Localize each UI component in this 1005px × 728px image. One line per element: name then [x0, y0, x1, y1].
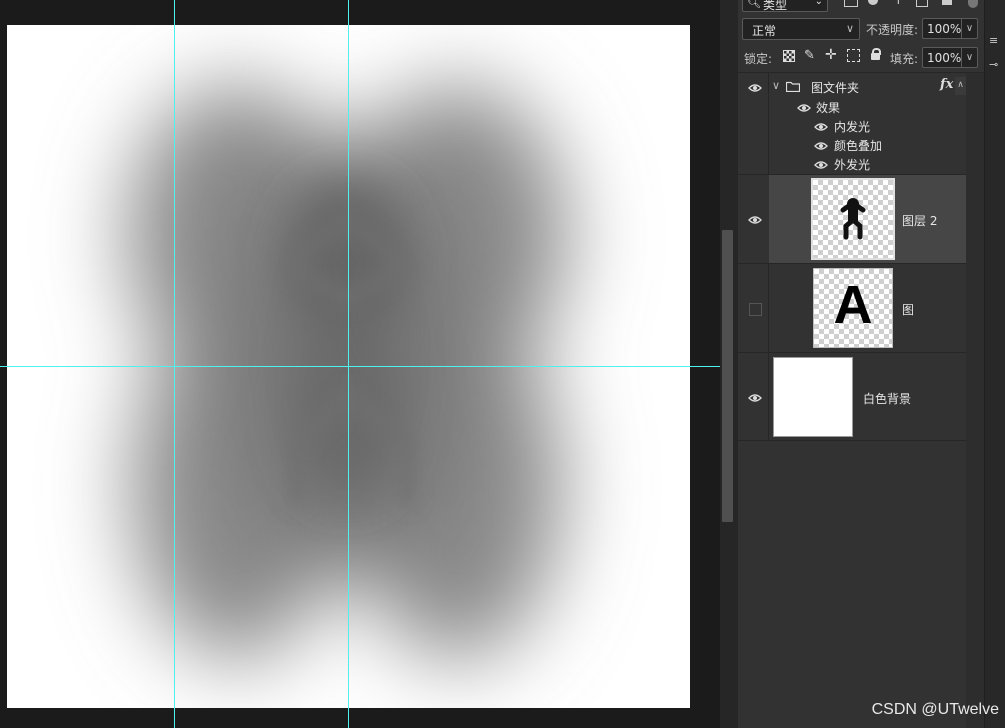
lock-all-icon-shackle — [872, 48, 881, 55]
blend-mode-select[interactable]: 正常 ∨ — [742, 18, 860, 40]
lock-transparent-pixels-icon[interactable] — [783, 50, 795, 62]
guide-horizontal[interactable] — [0, 366, 720, 367]
right-tool-strip: ≡ ⊸ — [984, 0, 1005, 728]
eye-icon[interactable] — [748, 393, 762, 403]
lock-label: 锁定: — [744, 52, 773, 66]
layer-name[interactable]: 图层 2 — [902, 212, 937, 229]
filter-toggle[interactable] — [968, 0, 978, 8]
lock-position-icon[interactable]: ✛ — [825, 47, 837, 63]
layer-row-group[interactable]: ∨ 图文件夹 fx ∧ 效果 内发光 颜色叠加 外发光 — [738, 73, 966, 175]
folder-icon — [786, 81, 800, 92]
filter-shape-icon[interactable] — [916, 0, 928, 7]
layer-name[interactable]: 图 — [902, 301, 914, 318]
visibility-column-divider — [768, 264, 769, 353]
fill-value: 100% — [927, 51, 962, 65]
opacity-value: 100% — [927, 22, 962, 36]
sliders-icon[interactable]: ⊸ — [989, 58, 998, 71]
canvas-area[interactable] — [0, 0, 720, 728]
filter-smart-object-icon[interactable] — [942, 0, 952, 5]
guide-vertical-2[interactable] — [348, 0, 349, 728]
layer-name[interactable]: 白色背景 — [863, 390, 911, 407]
filter-type-label: 类型 — [763, 0, 788, 12]
effects-label[interactable]: 效果 — [816, 99, 840, 116]
effect-color-overlay[interactable]: 颜色叠加 — [834, 137, 882, 154]
filter-type-icon[interactable]: T — [895, 0, 902, 7]
layer-thumbnail[interactable]: A — [813, 268, 893, 348]
eye-icon[interactable] — [814, 122, 828, 132]
layer-row-layer2[interactable]: 图层 2 — [738, 175, 966, 264]
opacity-field[interactable]: 100% ∨ — [922, 18, 978, 39]
layer-row-a[interactable]: A 图 — [738, 264, 966, 353]
figure-thumbnail-icon — [840, 198, 866, 240]
guide-vertical-1[interactable] — [174, 0, 175, 728]
fill-label: 填充: — [890, 52, 919, 66]
layer-filter-select[interactable]: 🔍︎ 类型 ⌄ — [742, 0, 828, 12]
chevron-down-icon: ⌄ — [814, 0, 823, 7]
letter-a-thumbnail: A — [833, 275, 873, 335]
lock-image-pixels-icon[interactable]: ✎ — [804, 48, 815, 63]
layer-thumbnail[interactable] — [811, 178, 895, 260]
search-icon: 🔍︎ — [747, 0, 761, 9]
filter-pixel-icon[interactable] — [844, 0, 858, 7]
layers-scrollbar[interactable] — [966, 73, 984, 728]
chevron-down-icon[interactable]: ∨ — [772, 79, 780, 92]
effect-inner-glow[interactable]: 内发光 — [834, 118, 870, 135]
blend-mode-value: 正常 — [752, 24, 777, 38]
eye-icon[interactable] — [748, 215, 762, 225]
visibility-column-divider — [768, 73, 769, 175]
eye-icon[interactable] — [814, 160, 828, 170]
visibility-column-divider — [768, 353, 769, 441]
layer-name[interactable]: 图文件夹 — [811, 79, 859, 96]
opacity-dropdown-icon[interactable]: ∨ — [961, 19, 977, 38]
lock-artboard-icon[interactable] — [847, 49, 860, 62]
fill-dropdown-icon[interactable]: ∨ — [961, 48, 977, 67]
layer-row-background[interactable]: 白色背景 — [738, 353, 966, 441]
adjustments-icon[interactable]: ≡ — [989, 34, 998, 47]
fill-field[interactable]: 100% ∨ — [922, 47, 978, 68]
filter-adjustment-icon[interactable] — [868, 0, 878, 5]
eye-icon[interactable] — [748, 83, 762, 93]
opacity-label: 不透明度: — [866, 23, 919, 37]
fx-icon[interactable]: fx — [940, 77, 953, 92]
eye-icon[interactable] — [814, 141, 828, 151]
visibility-toggle-off[interactable] — [749, 303, 762, 316]
chevron-down-icon: ∨ — [845, 22, 854, 35]
eye-icon[interactable] — [797, 103, 811, 113]
watermark-text: CSDN @UTwelve — [871, 701, 999, 718]
effect-outer-glow[interactable]: 外发光 — [834, 156, 870, 173]
collapse-effects-icon[interactable]: ∧ — [955, 77, 966, 95]
layers-panel: 🔍︎ 类型 ⌄ T 正常 ∨ 不透明度: 100% ∨ 锁定: ✎ ✛ 填充: … — [738, 0, 984, 728]
scrollbar-thumb[interactable] — [722, 230, 733, 522]
layer-thumbnail[interactable] — [773, 357, 853, 437]
